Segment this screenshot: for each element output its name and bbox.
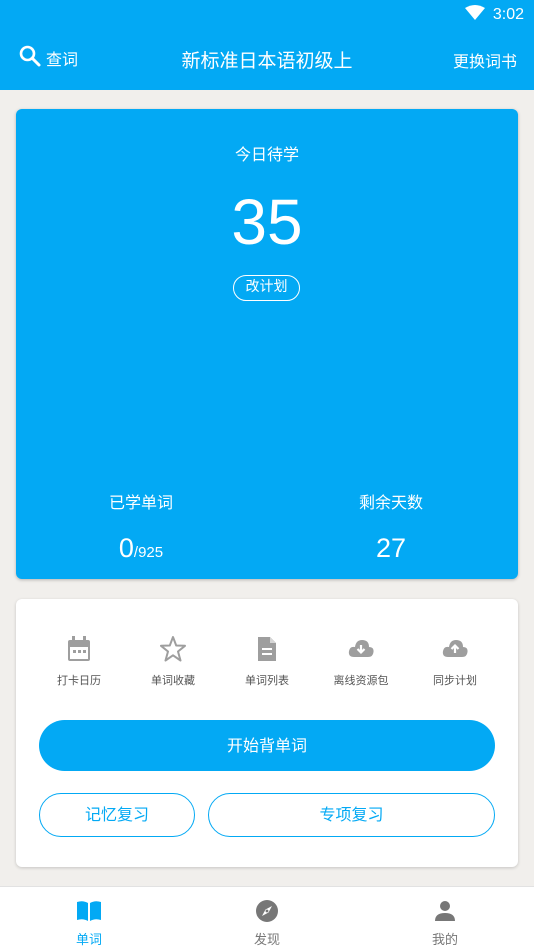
tool-checkin-calendar[interactable]: 打卡日历	[32, 635, 126, 688]
star-icon	[160, 635, 186, 666]
learned-value: 0	[118, 533, 134, 563]
start-learning-button[interactable]: 开始背单词	[39, 720, 495, 771]
cloud-upload-icon	[442, 635, 468, 666]
tool-label: 打卡日历	[57, 674, 101, 687]
compass-icon	[254, 899, 280, 927]
tool-offline-package[interactable]: 离线资源包	[314, 635, 408, 688]
calendar-icon	[66, 635, 92, 666]
nav-item-discover[interactable]: 发现	[178, 887, 356, 949]
tool-label: 单词收藏	[151, 674, 195, 687]
action-card: 打卡日历 单词收藏 单词列表 离线资源包 同步计划 开始背单词 记忆复习 专项复…	[16, 599, 518, 867]
memory-review-button[interactable]: 记忆复习	[39, 793, 195, 837]
book-icon	[76, 899, 102, 927]
status-time: 3:02	[492, 6, 524, 23]
toolbar: 查词 新标准日本语初级上 更换词书	[0, 36, 534, 80]
search-icon	[18, 44, 42, 72]
nav-label: 单词	[75, 933, 102, 948]
learned-words-stat: 已学单词 0/925	[41, 489, 241, 564]
nav-item-words[interactable]: 单词	[0, 887, 178, 949]
learned-value-row: 0/925	[41, 533, 241, 564]
nav-label: 发现	[253, 933, 280, 948]
nav-label: 我的	[431, 933, 458, 948]
days-label: 剩余天数	[358, 493, 423, 512]
today-count: 35	[231, 186, 303, 258]
remaining-days-stat: 剩余天数 27	[291, 489, 491, 564]
tool-label: 单词列表	[245, 674, 289, 687]
tool-row: 打卡日历 单词收藏 单词列表 离线资源包 同步计划	[32, 635, 502, 688]
learned-total: /925	[133, 544, 164, 561]
special-review-button[interactable]: 专项复习	[208, 793, 495, 837]
days-value: 27	[375, 533, 407, 563]
study-plan-card: 今日待学 35 改计划 已学单词 0/925 剩余天数 27	[16, 109, 518, 579]
search-label: 查词	[46, 50, 79, 69]
wifi-icon	[464, 4, 485, 26]
nav-item-me[interactable]: 我的	[356, 887, 534, 949]
document-icon	[254, 635, 280, 666]
cloud-download-icon	[348, 635, 374, 666]
search-button[interactable]: 查词	[18, 44, 78, 72]
person-icon	[432, 899, 458, 927]
tool-sync-plan[interactable]: 同步计划	[408, 635, 502, 688]
app-bar: 3:02 查词 新标准日本语初级上 更换词书	[0, 0, 534, 90]
bottom-nav: 单词 发现 我的	[0, 886, 534, 949]
tool-word-list[interactable]: 单词列表	[220, 635, 314, 688]
change-plan-button[interactable]: 改计划	[233, 275, 300, 301]
tool-label: 离线资源包	[333, 674, 389, 687]
tool-label: 同步计划	[433, 674, 477, 687]
tool-word-favorites[interactable]: 单词收藏	[126, 635, 220, 688]
status-bar: 3:02	[464, 4, 524, 26]
today-label: 今日待学	[234, 145, 299, 164]
learned-label: 已学单词	[108, 493, 173, 512]
change-book-button[interactable]: 更换词书	[453, 48, 517, 72]
